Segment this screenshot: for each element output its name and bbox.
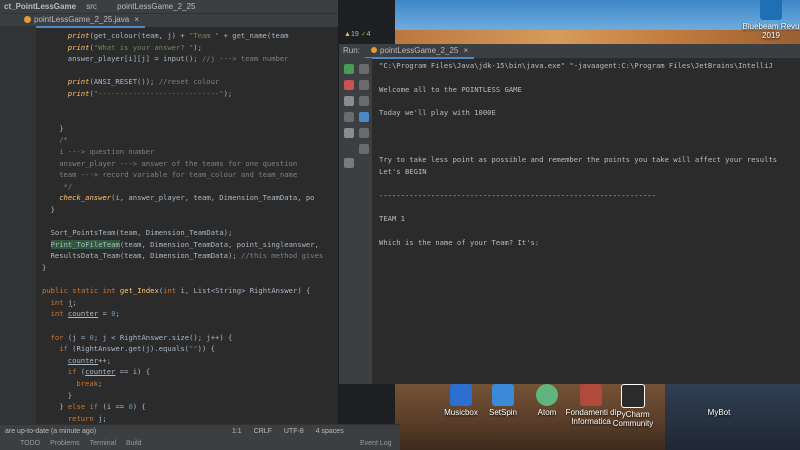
run-tab[interactable]: pointLessGame_2_25 × [365, 44, 475, 59]
run-toolbar [339, 58, 372, 384]
tool-tab-problems[interactable]: Problems [46, 437, 84, 450]
tool-tab-todo[interactable]: TODO [16, 437, 44, 450]
project-title[interactable]: ct_PointLessGame [0, 0, 80, 13]
code-line[interactable]: if (counter == i) { [68, 366, 150, 377]
warning-count: 19 [350, 31, 359, 38]
code-line[interactable]: i ---> question number [59, 146, 154, 157]
warning-icon: ▲ [344, 31, 351, 38]
code-line[interactable]: answer_player[i][j] = input(); //j ---> … [68, 53, 289, 64]
code-line[interactable]: check_answer(i, answer_player, team, Dim… [59, 192, 314, 203]
close-icon[interactable]: × [464, 46, 469, 55]
rerun-icon[interactable] [344, 64, 354, 74]
ide-navbar: ct_PointLessGame src pointLessGame_2_25 [0, 0, 338, 13]
console-line: Which is the name of your Team? It's: [379, 238, 540, 247]
desktop-icon-pycharm[interactable]: PyCharm Community [604, 384, 662, 428]
tool-window-bar: TODO Problems Terminal Build Event Log [0, 437, 400, 450]
settings-icon[interactable] [344, 128, 354, 138]
trash-icon[interactable] [359, 144, 369, 154]
code-line[interactable]: Sort_PointsTeam(team, Dimension_TeamData… [51, 227, 233, 238]
ide-window: ct_PointLessGame src pointLessGame_2_25 … [0, 0, 338, 450]
code-line[interactable]: break; [76, 378, 102, 389]
code-line[interactable]: team ---> record variable for team_colou… [59, 169, 297, 180]
run-tab-label: pointLessGame_2_25 [380, 46, 459, 55]
console-line: Try to take less point as possible and r… [379, 155, 778, 165]
console-output[interactable]: "C:\Program Files\Java\jdk-15\bin\java.e… [379, 58, 799, 378]
console-line: ----------------------------------------… [379, 190, 656, 200]
status-bar: are up-to-date (a minute ago) 1:1 CRLF U… [0, 424, 400, 438]
breadcrumb-src[interactable]: src [82, 0, 101, 13]
stop-icon[interactable] [344, 80, 354, 90]
pycharm-icon [621, 384, 645, 408]
code-line[interactable]: int counter = 0; [51, 308, 120, 319]
editor-tabs: pointLessGame_2_25.java × [0, 13, 338, 28]
console-line: Welcome all to the POINTLESS GAME [379, 84, 522, 94]
desktop-icon-label: PyCharm Community [612, 410, 654, 428]
bluebeam-icon [760, 0, 782, 20]
code-line[interactable]: print(ANSI_RESET()); //reset colour [68, 76, 219, 87]
run-tool-window: Run: pointLessGame_2_25 × "C:\Program Fi… [338, 44, 800, 384]
desktop-icon-mybot[interactable]: MyBot [690, 384, 748, 417]
code-line[interactable]: } [68, 390, 72, 401]
atom-icon [536, 384, 558, 406]
exit-icon[interactable] [344, 112, 354, 122]
code-editor[interactable]: print(get_colour(team, j) + "Team " + ge… [36, 26, 338, 424]
code-line[interactable]: } [51, 204, 55, 215]
check-count: 4 [366, 31, 371, 38]
breadcrumb-file[interactable]: pointLessGame_2_25 [103, 0, 199, 13]
code-line[interactable]: print("What is your answer? "); [68, 42, 202, 53]
print-icon[interactable] [359, 128, 369, 138]
console-line: TEAM 1 [379, 214, 405, 224]
down-arrow-icon[interactable] [359, 80, 369, 90]
soft-wrap-icon[interactable] [359, 96, 369, 106]
scroll-end-icon[interactable] [359, 112, 369, 122]
up-arrow-icon[interactable] [359, 64, 369, 74]
console-line: Let's BEGIN [379, 167, 427, 177]
code-line[interactable]: for (j = 0; j < RightAnswer.size(); j++)… [51, 332, 233, 343]
code-line[interactable]: } else if (i == 0) { [59, 401, 146, 412]
camera-icon[interactable] [344, 96, 354, 106]
tab-label: pointLessGame_2_25.java [34, 15, 130, 24]
setspin-icon [492, 384, 514, 406]
line-gutter[interactable] [0, 26, 36, 424]
run-header: Run: pointLessGame_2_25 × [339, 44, 800, 59]
tool-tab-build[interactable]: Build [122, 437, 146, 450]
code-line[interactable]: public static int get_Index(int i, List<… [42, 285, 310, 296]
code-line[interactable]: if (RightAnswer.get(j).equals("")) { [59, 343, 215, 354]
desktop-icon-label: MyBot [707, 408, 731, 417]
run-label: Run: [343, 46, 360, 55]
tool-tab-terminal[interactable]: Terminal [86, 437, 120, 450]
event-log-tab[interactable]: Event Log [356, 437, 396, 450]
run-config-icon [371, 47, 377, 53]
code-line[interactable]: counter++; [68, 355, 111, 366]
musicbox-icon [450, 384, 472, 406]
inspection-widget[interactable]: ▲19 ✓4 [344, 30, 370, 38]
code-line[interactable]: print("----------------------------"); [68, 88, 232, 99]
code-line[interactable]: } [42, 262, 46, 273]
desktop-icon-label: Bluebeam Revu 2019 [742, 22, 800, 40]
bot-icon [708, 384, 730, 406]
code-line[interactable]: print(get_colour(team, j) + "Team " + ge… [68, 30, 289, 41]
code-line[interactable]: int j; [51, 297, 77, 308]
code-line[interactable]: answer_player ---> answer of the teams f… [59, 158, 297, 169]
console-line: "C:\Program Files\Java\jdk-15\bin\java.e… [379, 61, 773, 70]
java-file-icon [24, 16, 31, 23]
code-line[interactable]: /* [59, 134, 68, 145]
code-line[interactable]: return j; [68, 413, 107, 424]
folder-icon [580, 384, 602, 406]
code-line[interactable]: } [59, 123, 63, 134]
close-icon[interactable]: × [134, 15, 139, 24]
code-line[interactable]: ResultsData_Team(team, Dimension_TeamDat… [51, 250, 324, 261]
code-line[interactable]: Print_ToFileTeam(team, Dimension_TeamDat… [50, 239, 319, 250]
console-line: Today we'll play with 1000E [379, 108, 496, 118]
pin-icon[interactable] [344, 158, 354, 168]
code-line[interactable]: */ [59, 181, 73, 192]
desktop-icon-bluebeam[interactable]: Bluebeam Revu 2019 [742, 0, 800, 40]
